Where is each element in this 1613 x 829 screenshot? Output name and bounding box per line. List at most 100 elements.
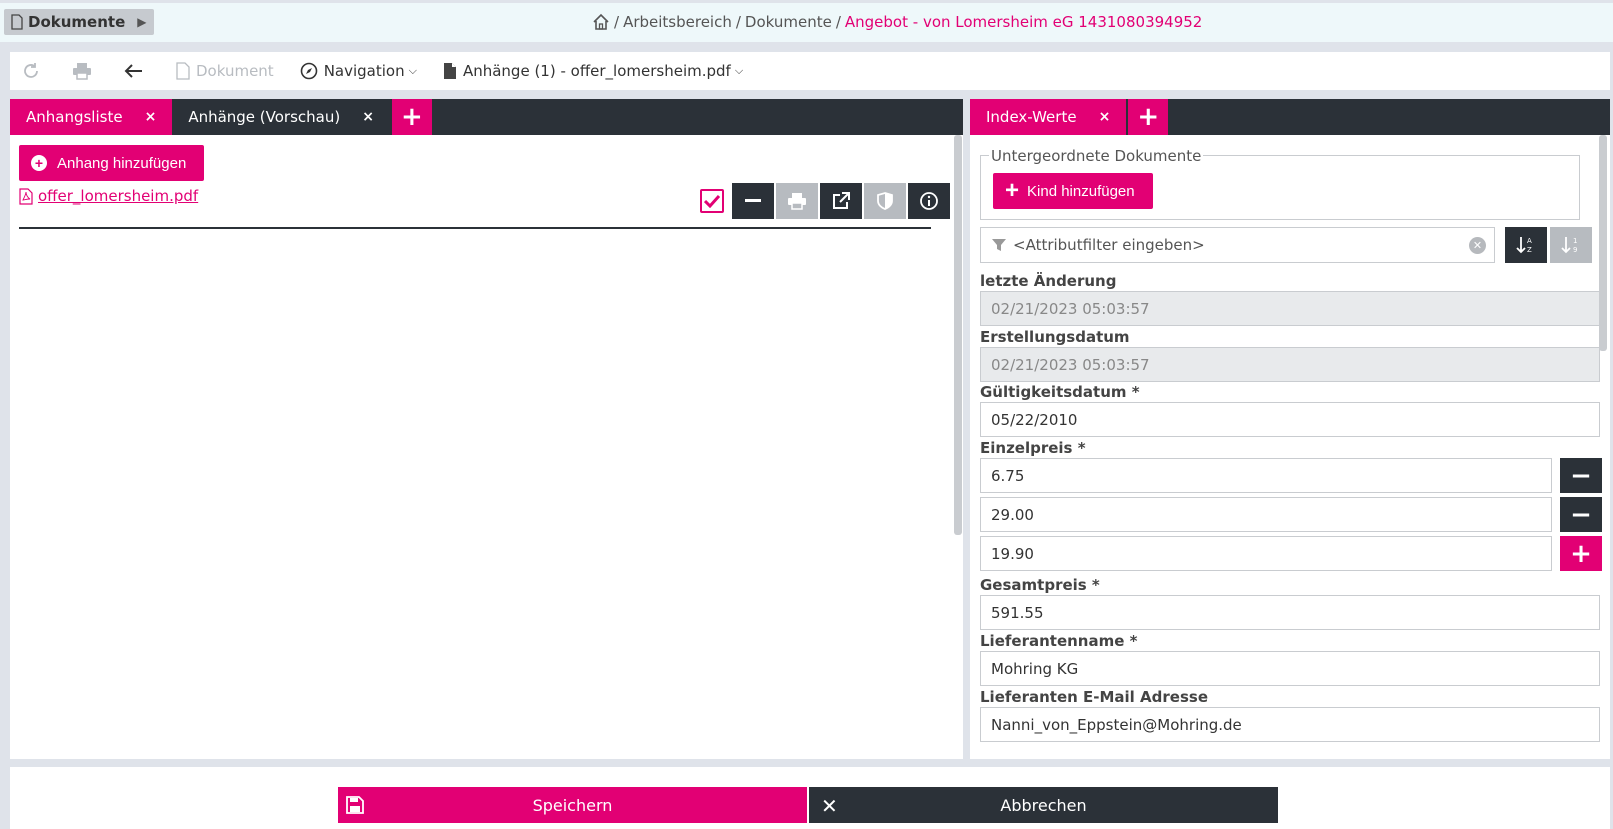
tab-attachment-preview[interactable]: Anhänge (Vorschau) × xyxy=(172,99,390,135)
breadcrumb: / Arbeitsbereich / Dokumente / Angebot -… xyxy=(592,13,1202,31)
svg-text:9: 9 xyxy=(1573,246,1577,254)
close-icon[interactable]: × xyxy=(362,109,374,125)
file-icon xyxy=(443,63,456,79)
refresh-icon xyxy=(24,63,38,78)
sort-alpha-button[interactable]: AZ xyxy=(1505,227,1547,263)
open-external-button[interactable] xyxy=(820,183,862,219)
supplier-name-label: Lieferantenname * xyxy=(980,632,1138,650)
valid-date-field[interactable]: 05/22/2010 xyxy=(980,402,1600,437)
supplier-email-label: Lieferanten E-Mail Adresse xyxy=(980,688,1208,706)
breadcrumb-separator: / xyxy=(835,13,841,31)
save-button[interactable]: Speichern xyxy=(338,787,807,823)
supplier-name-field[interactable]: Mohring KG xyxy=(980,651,1600,686)
print-button[interactable] xyxy=(72,62,98,80)
plus-icon: + xyxy=(1005,177,1020,204)
attachments-label: Anhänge (1) - offer_lomersheim.pdf xyxy=(462,62,731,80)
supplier-email-field[interactable]: Nanni_von_Eppstein@Mohring.de xyxy=(980,707,1600,742)
sort-alpha-icon: AZ xyxy=(1516,237,1532,254)
permissions-button[interactable] xyxy=(864,183,906,219)
save-label: Speichern xyxy=(532,795,613,815)
minus-icon: − xyxy=(1570,499,1592,530)
minus-icon: − xyxy=(1570,460,1592,491)
close-icon[interactable]: × xyxy=(1099,109,1111,125)
attribute-filter-input[interactable]: <Attributfilter eingeben> ✕ xyxy=(980,227,1495,263)
breadcrumb-workspace[interactable]: Arbeitsbereich xyxy=(623,13,732,31)
unit-price-field[interactable]: 29.00 xyxy=(980,497,1552,532)
external-link-icon xyxy=(833,192,850,209)
divider xyxy=(19,227,931,229)
remove-value-button[interactable]: − xyxy=(1560,458,1602,493)
sort-numeric-icon: 19 xyxy=(1561,237,1577,254)
toolbar: Dokument Navigation ⌵ Anhänge (1) - offe… xyxy=(10,52,1610,90)
remove-attachment-button[interactable] xyxy=(732,183,774,219)
tab-index-values[interactable]: Index-Werte × xyxy=(970,99,1127,135)
created-label: Erstellungsdatum xyxy=(980,328,1130,346)
plus-icon: + xyxy=(401,102,423,132)
printer-icon xyxy=(788,193,806,210)
attachment-file-name: offer_lomersheim.pdf xyxy=(38,187,199,205)
navigation-label: Navigation xyxy=(323,62,405,80)
print-attachment-button[interactable] xyxy=(776,183,818,219)
remove-value-button[interactable]: − xyxy=(1560,497,1602,532)
attachments-panel: Anhangsliste × Anhänge (Vorschau) × + + … xyxy=(10,99,963,759)
cancel-button[interactable]: ✕ Abbrechen xyxy=(809,787,1278,823)
close-icon[interactable]: × xyxy=(145,109,157,125)
pdf-file-icon xyxy=(19,187,33,205)
documents-menu-label: Dokumente xyxy=(28,13,126,31)
clear-filter-icon[interactable]: ✕ xyxy=(1469,237,1486,254)
add-attachment-button[interactable]: + Anhang hinzufügen xyxy=(19,145,205,181)
scrollbar[interactable] xyxy=(954,135,962,535)
back-button[interactable] xyxy=(124,63,150,79)
navigation-dropdown[interactable]: Navigation ⌵ xyxy=(300,62,417,80)
add-child-button[interactable]: + Kind hinzufügen xyxy=(993,173,1153,209)
unit-price-label: Einzelpreis * xyxy=(980,439,1086,457)
attachment-actions xyxy=(700,183,950,219)
refresh-button[interactable] xyxy=(22,62,46,80)
save-icon xyxy=(346,796,364,814)
chevron-down-icon: ⌵ xyxy=(408,64,417,77)
info-icon xyxy=(920,192,938,210)
tab-label: Anhangsliste xyxy=(26,108,123,126)
created-field: 02/21/2023 05:03:57 xyxy=(980,347,1600,382)
total-price-field[interactable]: 591.55 xyxy=(980,595,1600,630)
tab-attachment-list[interactable]: Anhangsliste × xyxy=(10,99,173,135)
check-icon xyxy=(704,194,720,208)
breadcrumb-separator: / xyxy=(735,13,741,31)
home-icon[interactable] xyxy=(592,13,610,31)
left-tabbar: Anhangsliste × Anhänge (Vorschau) × + xyxy=(10,99,963,135)
document-button[interactable]: Dokument xyxy=(176,62,274,80)
tab-label: Index-Werte xyxy=(986,108,1077,126)
svg-text:A: A xyxy=(1527,237,1532,245)
add-child-label: Kind hinzufügen xyxy=(1027,182,1135,200)
add-tab-button[interactable]: + xyxy=(1126,99,1169,135)
svg-text:Z: Z xyxy=(1527,246,1532,254)
add-tab-button[interactable]: + xyxy=(389,99,432,135)
add-attachment-label: Anhang hinzufügen xyxy=(57,154,187,172)
attachment-checkbox[interactable] xyxy=(700,189,724,213)
unit-price-field[interactable]: 19.90 xyxy=(980,536,1552,571)
top-bar: Dokumente ▶ / Arbeitsbereich / Dokumente… xyxy=(0,0,1613,42)
arrow-left-icon xyxy=(124,64,142,78)
shield-icon xyxy=(877,192,893,210)
printer-icon xyxy=(73,63,91,80)
compass-icon xyxy=(300,62,318,80)
index-values-panel: Index-Werte × + Untergeordnete Dokumente… xyxy=(970,99,1610,759)
attachment-file-link[interactable]: offer_lomersheim.pdf xyxy=(19,187,198,205)
add-value-button[interactable]: + xyxy=(1560,536,1602,571)
breadcrumb-separator: / xyxy=(614,13,620,31)
breadcrumb-current: Angebot - von Lomersheim eG 143108039495… xyxy=(844,13,1203,31)
breadcrumb-documents[interactable]: Dokumente xyxy=(745,13,832,31)
scrollbar[interactable] xyxy=(1599,135,1607,351)
document-icon xyxy=(176,62,190,80)
sort-numeric-button[interactable]: 19 xyxy=(1550,227,1592,263)
right-tabbar: Index-Werte × + xyxy=(970,99,1610,135)
attachments-dropdown[interactable]: Anhänge (1) - offer_lomersheim.pdf ⌵ xyxy=(443,62,743,80)
documents-menu-button[interactable]: Dokumente ▶ xyxy=(4,9,154,35)
info-button[interactable] xyxy=(908,183,950,219)
last-change-label: letzte Änderung xyxy=(980,272,1117,290)
svg-text:1: 1 xyxy=(1573,237,1577,245)
subdocuments-legend: Untergeordnete Dokumente xyxy=(989,147,1204,165)
filter-icon xyxy=(992,239,1006,251)
unit-price-field[interactable]: 6.75 xyxy=(980,458,1552,493)
plus-icon: + xyxy=(1570,538,1592,569)
